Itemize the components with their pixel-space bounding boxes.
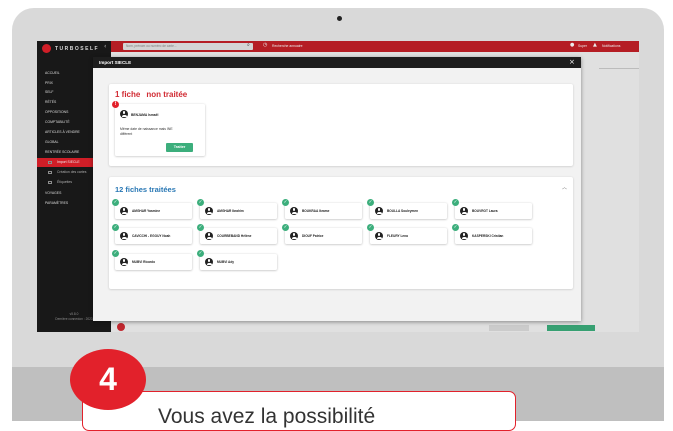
processed-fiche-name: AMGHAR Yasmine <box>132 209 161 213</box>
user-avatar-icon <box>375 232 383 240</box>
processed-fiche-card[interactable]: ✓ BOUKRAA Ikrame <box>282 199 362 219</box>
user-avatar-icon <box>120 207 128 215</box>
check-icon: ✓ <box>197 199 204 206</box>
user-avatar-icon <box>120 258 128 266</box>
processed-fiche-name: MUBVI Ricardo <box>132 260 156 264</box>
processed-fiche-card[interactable]: ✓ AMGHAR Yasmine <box>112 199 192 219</box>
modal-title: Import SIECLE <box>99 60 132 65</box>
warning-badge: ! <box>112 101 119 108</box>
pending-fiche-message: Même date de naissance mais INE différen… <box>120 127 173 136</box>
processed-fiche-card[interactable]: ✓ MUBVI Ricardo <box>112 250 192 270</box>
check-icon: ✓ <box>367 199 374 206</box>
check-icon: ✓ <box>197 250 204 257</box>
user-avatar-icon <box>290 207 298 215</box>
user-avatar-icon <box>290 232 298 240</box>
processed-fiche-name: BOUVROT Laura <box>472 209 498 213</box>
check-icon: ✓ <box>112 224 119 231</box>
close-icon[interactable]: × <box>569 58 575 66</box>
processed-heading: 12 fiches traitées <box>115 185 176 194</box>
pending-label: non traitée <box>146 90 188 99</box>
tutorial-step-badge: 4 <box>70 349 146 410</box>
pending-fiche-card[interactable]: ! BENJAMA Ismaël Même date de naissance … <box>112 101 205 156</box>
modal-header: Import SIECLE × <box>93 57 581 68</box>
processed-fiche-card[interactable]: ✓ COURBEBAND Hélène <box>197 224 277 244</box>
pending-count: 1 fiche <box>115 90 141 99</box>
user-avatar-icon <box>120 110 128 118</box>
processed-fiche-card[interactable]: ✓ FLEURY Lena <box>367 224 447 244</box>
processed-fiche-name: BOUKRAA Ikrame <box>302 209 330 213</box>
check-icon: ✓ <box>452 199 459 206</box>
processed-fiche-name: DIOUF Patrice <box>302 234 324 238</box>
chevron-up-icon[interactable]: ︿ <box>562 184 567 191</box>
processed-fiche-card[interactable]: ✓ BOULLA Souleymen <box>367 199 447 219</box>
tutorial-callout-text: Vous avez la possibilité <box>158 405 376 428</box>
processed-fiche-name: AMGHAR Ibrahim <box>217 209 244 213</box>
processed-fiche-name: FLEURY Lena <box>387 234 408 238</box>
device-camera <box>337 16 342 21</box>
check-icon: ✓ <box>282 224 289 231</box>
processed-fiche-name: MUBVI Ady <box>217 260 235 264</box>
check-icon: ✓ <box>197 224 204 231</box>
processed-fiche-name: CAVICCHI - EGOUY Noah <box>132 234 171 238</box>
user-avatar-icon <box>205 207 213 215</box>
user-avatar-icon <box>120 232 128 240</box>
processed-fiche-name: COURBEBAND Hélène <box>217 234 252 238</box>
app-screen: TURBOSELF ‹ ACCUEIL PRIX SELF RÉTÉS OPPO… <box>37 41 639 332</box>
import-siecle-modal: Import SIECLE × 1 fiche non traitée ! BEN… <box>93 57 581 321</box>
processed-fiche-card[interactable]: ✓ CAVICCHI - EGOUY Noah <box>112 224 192 244</box>
check-icon: ✓ <box>367 224 374 231</box>
pending-section: 1 fiche non traitée ! BENJAMA Ismaël Même… <box>109 84 573 166</box>
traiter-button[interactable]: Traiter <box>166 143 193 152</box>
processed-fiche-card[interactable]: ✓ MUBVI Ady <box>197 250 277 270</box>
pending-heading: 1 fiche non traitée <box>115 90 187 99</box>
processed-fiche-card[interactable]: ✓ AMGHAR Ibrahim <box>197 199 277 219</box>
check-icon: ✓ <box>452 224 459 231</box>
check-icon: ✓ <box>112 199 119 206</box>
processed-fiche-card[interactable]: ✓ KASPERSKI Cristian <box>452 224 532 244</box>
user-avatar-icon <box>460 232 468 240</box>
user-avatar-icon <box>205 232 213 240</box>
processed-fiche-card[interactable]: ✓ DIOUF Patrice <box>282 224 362 244</box>
processed-fiche-card[interactable]: ✓ BOUVROT Laura <box>452 199 532 219</box>
processed-fiche-name: KASPERSKI Cristian <box>472 234 504 238</box>
user-avatar-icon <box>205 258 213 266</box>
user-avatar-icon <box>375 207 383 215</box>
check-icon: ✓ <box>112 250 119 257</box>
processed-fiche-name: BOULLA Souleymen <box>387 209 419 213</box>
pending-fiche-name: BENJAMA Ismaël <box>131 112 159 117</box>
check-icon: ✓ <box>282 199 289 206</box>
processed-section: 12 fiches traitées ︿ ✓ AMGHAR Yasmine ✓ AMG… <box>109 177 573 289</box>
user-avatar-icon <box>460 207 468 215</box>
